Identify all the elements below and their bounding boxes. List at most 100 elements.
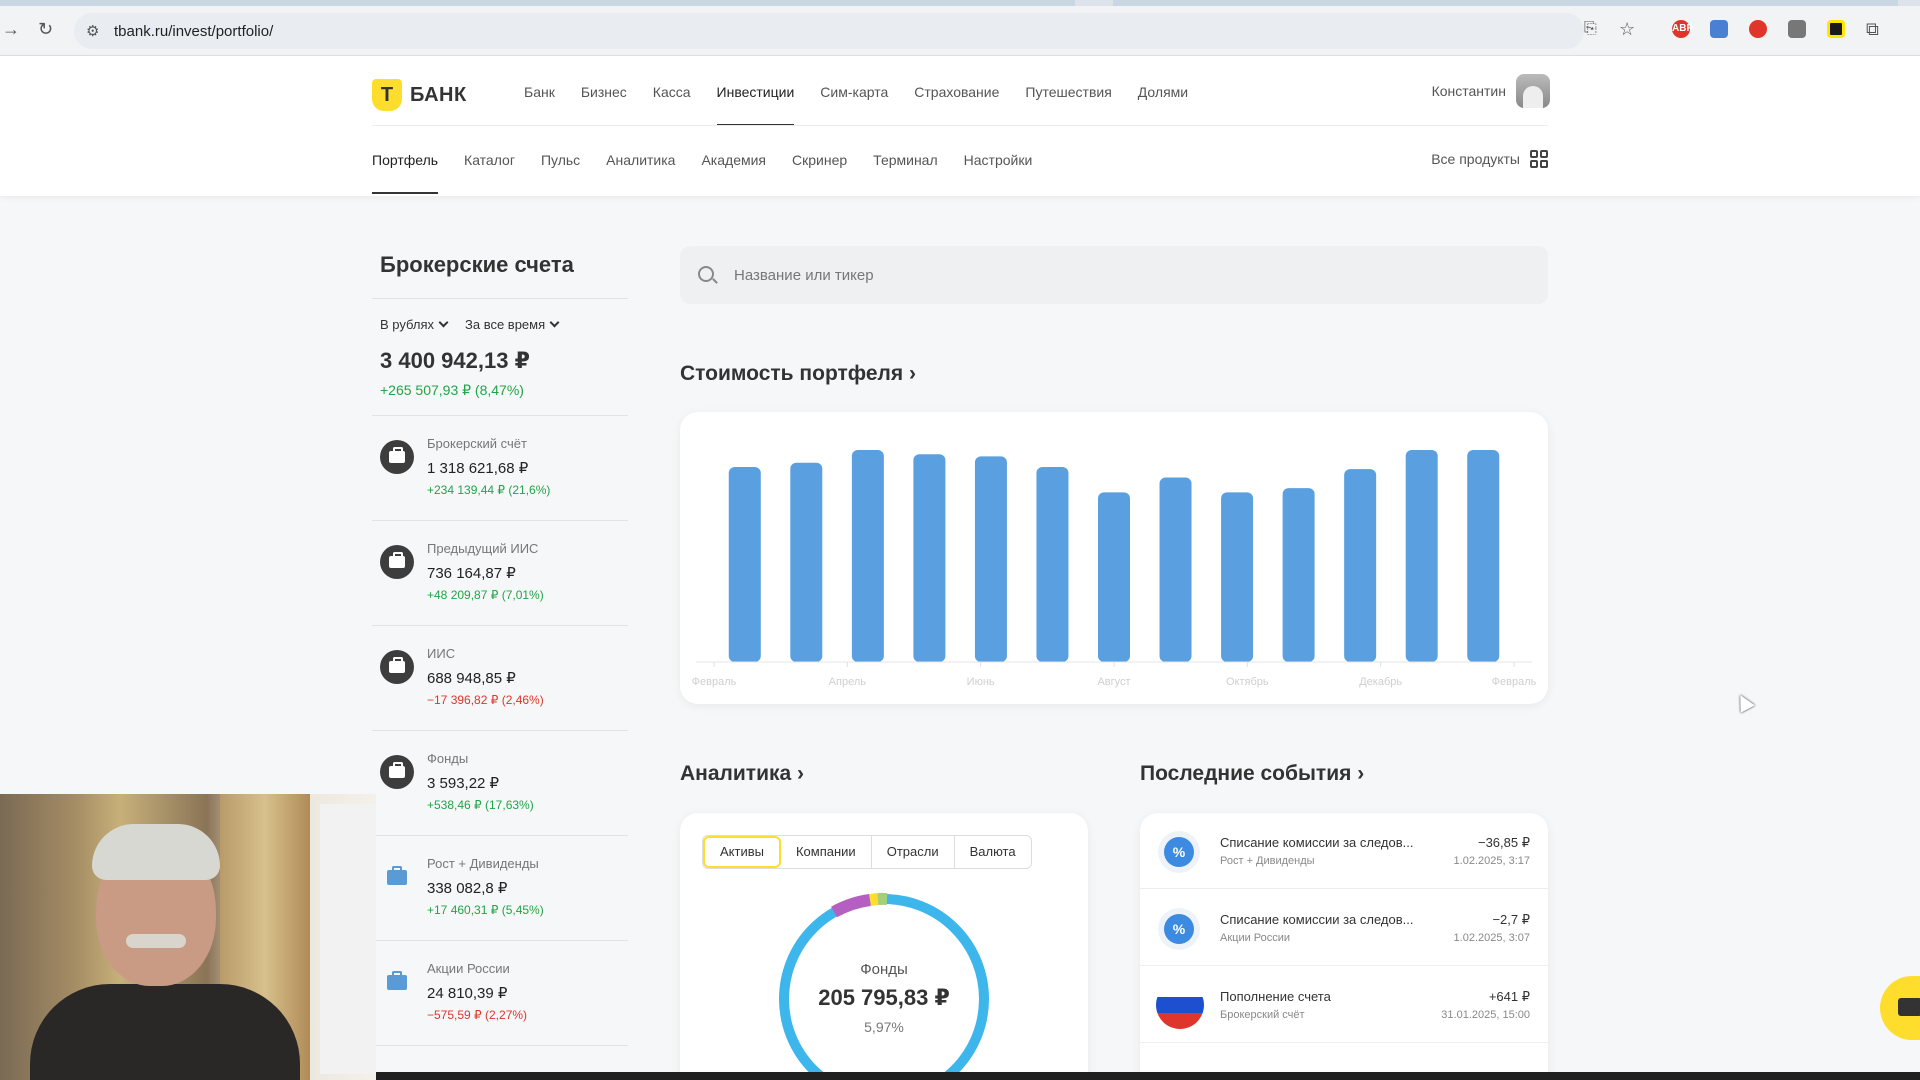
chevron-down-icon[interactable]: [438, 317, 449, 328]
allocation-donut: [779, 892, 989, 1080]
chart-bar[interactable]: [1098, 492, 1130, 662]
chart-bar[interactable]: [1221, 492, 1254, 662]
brokerage-accounts-panel: Брокерские счета В рублях За все время 3…: [372, 252, 628, 1046]
x-tick-label: Февраль: [692, 676, 737, 688]
chart-bar[interactable]: [1405, 450, 1438, 662]
main-nav-item[interactable]: Сим-карта: [820, 84, 888, 126]
sub-nav-item[interactable]: Пульс: [541, 152, 580, 194]
period-filter[interactable]: За все время: [465, 317, 560, 332]
main-nav-item[interactable]: Инвестиции: [716, 84, 794, 126]
extensions-puzzle-icon[interactable]: ⧉: [1866, 20, 1879, 38]
sub-nav-item[interactable]: Академия: [701, 152, 766, 194]
account-row[interactable]: Брокерский счёт 1 318 621,68 ₽ +234 139,44…: [372, 416, 628, 521]
account-row[interactable]: Фонды 3 593,22 ₽ +538,46 ₽ (17,63%): [372, 731, 628, 836]
recent-events-title[interactable]: Последние события ›: [1140, 762, 1364, 786]
currency-filter-label[interactable]: В рублях: [380, 317, 434, 332]
x-tick-label: Апрель: [829, 676, 867, 688]
grid-plus-icon[interactable]: [1530, 150, 1548, 168]
bottom-bar: [376, 1072, 1920, 1080]
briefcase-icon: [380, 860, 414, 894]
chart-bar[interactable]: [1344, 469, 1377, 662]
recent-events-card: % Списание комиссии за следов... Рост + Ди…: [1140, 813, 1548, 1080]
main-nav-item[interactable]: Бизнес: [581, 84, 627, 126]
account-change: +234 139,44 ₽ (21,6%): [427, 483, 551, 497]
user-menu[interactable]: Константин: [1432, 74, 1550, 108]
account-value: 736 164,87 ₽: [427, 565, 516, 582]
shield-extension-icon[interactable]: [1788, 20, 1806, 38]
site-settings-icon[interactable]: ⚙: [86, 22, 99, 40]
donut-segment[interactable]: [869, 893, 879, 906]
briefcase-icon: [380, 545, 414, 579]
webcam-overlay: [0, 794, 376, 1080]
account-change: +48 209,87 ₽ (7,01%): [427, 588, 544, 602]
extension-icon[interactable]: [1827, 20, 1845, 38]
portfolio-value-title[interactable]: Стоимость портфеля ›: [680, 362, 916, 386]
browser-tab[interactable]: [0, 0, 1075, 6]
account-value: 1 318 621,68 ₽: [427, 460, 529, 477]
currency-filter[interactable]: В рублях: [380, 317, 449, 332]
adblock-extension-icon[interactable]: ABP: [1672, 20, 1693, 38]
tbank-logo[interactable]: Т БАНК: [372, 78, 467, 112]
sub-nav-item[interactable]: Скринер: [792, 152, 847, 194]
period-filter-label[interactable]: За все время: [465, 317, 545, 332]
account-change: −17 396,82 ₽ (2,46%): [427, 693, 544, 707]
total-value: 3 400 942,13 ₽: [380, 348, 530, 373]
chevron-down-icon[interactable]: [549, 317, 560, 328]
tab-strip: [0, 0, 1920, 6]
main-nav-item[interactable]: Касса: [653, 84, 691, 126]
account-row[interactable]: Акции России 24 810,39 ₽ −575,59 ₽ (2,27%): [372, 941, 628, 1046]
forward-icon[interactable]: →: [2, 20, 20, 38]
search-bar[interactable]: [680, 246, 1548, 304]
main-nav-item[interactable]: Долями: [1138, 84, 1188, 126]
account-row[interactable]: ИИС 688 948,85 ₽ −17 396,82 ₽ (2,46%): [372, 626, 628, 731]
url-text[interactable]: tbank.ru/invest/portfolio/: [114, 23, 273, 40]
event-amount: −2,7 ₽: [1492, 912, 1530, 927]
account-name: Фонды: [427, 751, 469, 766]
event-row[interactable]: % Списание комиссии за следов... Акции Рос…: [1140, 890, 1548, 966]
sub-nav-item[interactable]: Аналитика: [606, 152, 675, 194]
event-date: 1.02.2025, 3:07: [1453, 932, 1530, 944]
sub-nav-item[interactable]: Настройки: [964, 152, 1033, 194]
extension-icon[interactable]: [1749, 20, 1767, 38]
event-row[interactable]: % Списание комиссии за следов... Рост + Ди…: [1140, 813, 1548, 889]
event-row[interactable]: Пополнение счета Брокерский счёт +641 ₽ 31.…: [1140, 967, 1548, 1043]
chart-bar[interactable]: [1159, 477, 1192, 662]
avatar[interactable]: [1516, 74, 1550, 108]
sub-nav-item[interactable]: Каталог: [464, 152, 515, 194]
chart-bar[interactable]: [913, 454, 946, 662]
address-bar[interactable]: ⚙ tbank.ru/invest/portfolio/: [74, 13, 1584, 49]
account-value: 338 082,8 ₽: [427, 880, 508, 897]
install-app-icon[interactable]: ⎘: [1584, 20, 1597, 38]
main-nav-item[interactable]: Банк: [524, 84, 555, 126]
user-name[interactable]: Константин: [1432, 83, 1506, 99]
chart-bar[interactable]: [851, 450, 884, 662]
analytics-title[interactable]: Аналитика ›: [680, 762, 804, 786]
chart-bar[interactable]: [974, 456, 1007, 662]
chart-bar[interactable]: [1036, 466, 1069, 662]
briefcase-icon: [380, 650, 414, 684]
event-account: Акции России: [1220, 932, 1291, 944]
bookmark-star-icon[interactable]: ☆: [1619, 20, 1635, 38]
browser-tab[interactable]: [1113, 0, 1898, 6]
all-products-label[interactable]: Все продукты: [1431, 151, 1520, 167]
chat-icon[interactable]: [1898, 998, 1920, 1016]
sub-nav-item[interactable]: Портфель: [372, 152, 439, 194]
main-nav-item[interactable]: Страхование: [914, 84, 999, 126]
reload-icon[interactable]: ↻: [38, 20, 53, 38]
chart-bar[interactable]: [728, 466, 761, 662]
all-products-link[interactable]: Все продукты: [1431, 150, 1548, 168]
account-change: +17 460,31 ₽ (5,45%): [427, 903, 544, 917]
search-input[interactable]: [734, 246, 1514, 304]
sub-nav-item[interactable]: Терминал: [873, 152, 937, 194]
account-row[interactable]: Предыдущий ИИС 736 164,87 ₽ +48 209,87 ₽ (…: [372, 521, 628, 626]
main-nav-item[interactable]: Путешествия: [1025, 84, 1111, 126]
event-title: Списание комиссии за следов...: [1220, 912, 1414, 927]
chart-bar[interactable]: [1282, 488, 1315, 662]
analytics-card: Активы Компании Отрасли Валюта Фонды 205 79…: [680, 813, 1088, 1080]
event-amount: +641 ₽: [1488, 989, 1530, 1004]
translate-extension-icon[interactable]: [1710, 20, 1728, 38]
chart-bar[interactable]: [790, 462, 823, 662]
chart-bar[interactable]: [1467, 450, 1500, 662]
donut-segment[interactable]: [831, 894, 871, 918]
account-row[interactable]: Рост + Дивиденды 338 082,8 ₽ +17 460,31 ₽ …: [372, 836, 628, 941]
